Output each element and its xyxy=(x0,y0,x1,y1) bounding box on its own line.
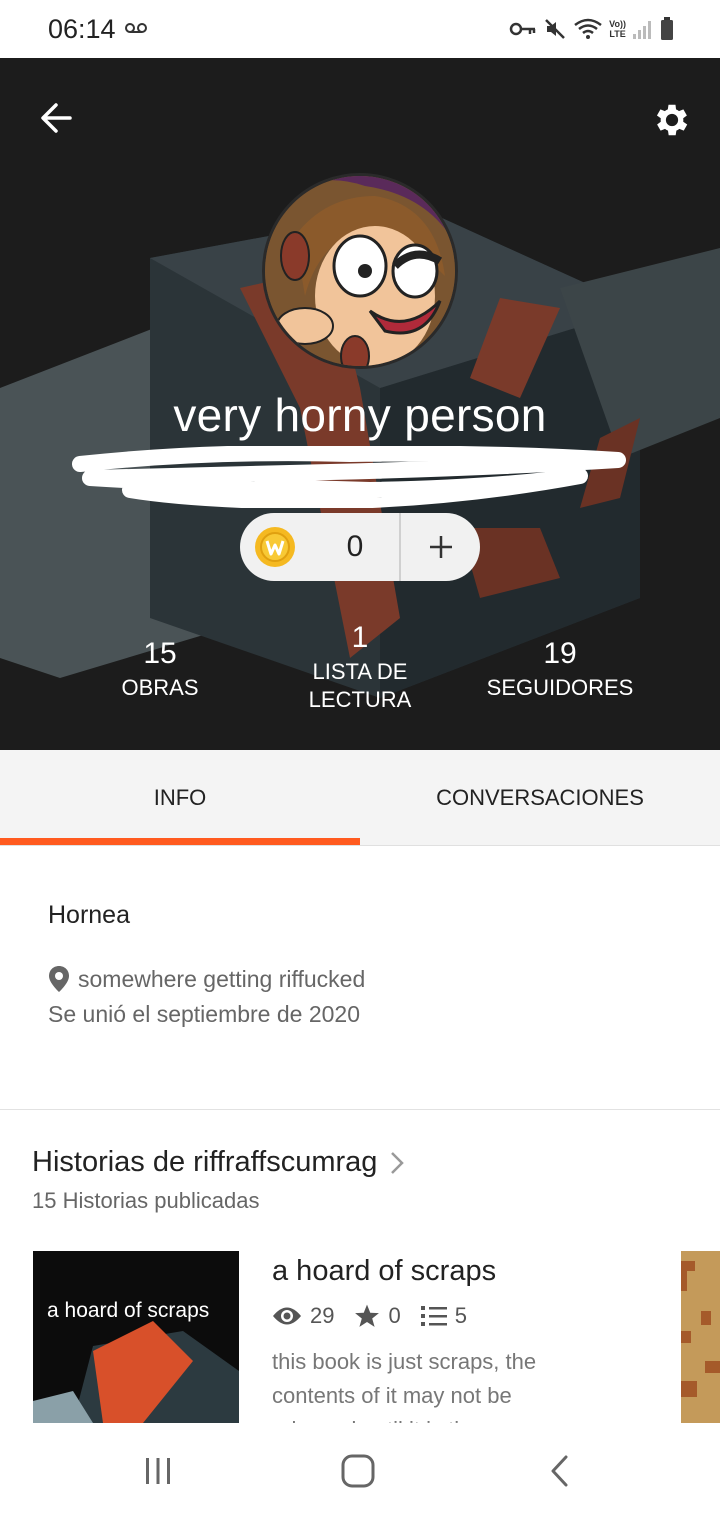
tab-conversations[interactable]: CONVERSACIONES xyxy=(360,750,720,846)
profile-tabs: INFO CONVERSACIONES xyxy=(0,750,720,846)
list-icon xyxy=(420,1306,447,1326)
gear-icon xyxy=(656,104,688,136)
next-story-cover[interactable] xyxy=(681,1251,720,1423)
next-story-cover-image xyxy=(681,1251,720,1423)
wifi-icon xyxy=(574,18,602,39)
location-row: somewhere getting riffucked xyxy=(48,965,365,993)
volte-text: Vo)) xyxy=(609,19,626,29)
key-icon xyxy=(509,22,536,36)
stories-count: 15 Historias publicadas xyxy=(32,1188,260,1213)
status-icons: Vo)) LTE xyxy=(509,14,674,44)
username: very horny person xyxy=(173,389,547,441)
add-coins-button[interactable] xyxy=(401,513,480,581)
stat-reading-list-label-line1: LISTA DE xyxy=(312,659,408,684)
story-parts-count: 5 xyxy=(454,1303,467,1328)
stat-reading-list[interactable]: 1 LISTA DE LECTURA xyxy=(250,620,470,714)
recent-apps-icon xyxy=(146,1458,170,1484)
story-votes: 0 xyxy=(354,1303,401,1329)
section-divider xyxy=(0,1109,720,1110)
coin-icon xyxy=(255,527,295,567)
plus-icon xyxy=(429,536,452,558)
stat-followers-label: SEGUIDORES xyxy=(486,675,634,700)
nav-back-icon xyxy=(551,1455,568,1487)
stat-works-value: 15 xyxy=(143,637,177,670)
tab-info[interactable]: INFO xyxy=(0,750,360,846)
mute-icon xyxy=(545,19,566,39)
lte-text: LTE xyxy=(609,29,626,39)
coin-balance: 0 xyxy=(240,513,480,581)
story-cover-title: a hoard of scraps xyxy=(47,1299,210,1322)
signal-icon xyxy=(633,21,651,39)
back-arrow-icon xyxy=(41,103,72,133)
avatar-image xyxy=(265,176,455,366)
system-back-button[interactable] xyxy=(520,1441,600,1501)
joined-date: Se unió el septiembre de 2020 xyxy=(48,1001,360,1027)
story-reads: 29 xyxy=(272,1303,334,1329)
stories-header-link[interactable]: Historias de riffraffscumrag xyxy=(32,1146,405,1179)
chevron-right-icon xyxy=(391,1151,405,1174)
story-title: a hoard of scraps xyxy=(272,1255,497,1287)
story-reads-count: 29 xyxy=(310,1303,335,1328)
stat-followers-value: 19 xyxy=(543,637,577,670)
story-parts: 5 xyxy=(420,1303,467,1329)
stat-reading-list-label: LISTA DE LECTURA xyxy=(250,658,470,714)
story-stats: 29 0 5 xyxy=(272,1303,479,1329)
battery-icon xyxy=(661,17,673,40)
home-icon xyxy=(341,1454,375,1488)
volte-label: Vo)) LTE xyxy=(609,19,626,39)
avatar[interactable] xyxy=(262,173,458,369)
back-button[interactable] xyxy=(30,92,82,144)
story-votes-count: 0 xyxy=(388,1303,401,1328)
star-icon xyxy=(355,1304,380,1327)
coin-count: 0 xyxy=(346,530,364,563)
stat-reading-list-label-line2: LECTURA xyxy=(308,687,412,712)
stat-works-label: OBRAS xyxy=(121,675,199,700)
about-section: Hornea somewhere getting riffucked Se un… xyxy=(0,847,720,1109)
eye-icon xyxy=(273,1307,301,1325)
story-cover: a hoard of scraps xyxy=(33,1251,239,1423)
system-nav-bar xyxy=(0,1423,720,1520)
bio-text: Hornea xyxy=(48,901,130,929)
stat-reading-list-value: 1 xyxy=(351,621,369,654)
stat-works[interactable]: 15 OBRAS xyxy=(50,636,270,702)
location-pin-icon xyxy=(49,966,69,992)
stat-followers[interactable]: 19 SEGUIDORES xyxy=(450,636,670,702)
status-bar: 06:14 Vo)) LTE xyxy=(0,0,720,58)
profile-header: very horny person 0 15 OBRAS 1 LISTA DE … xyxy=(0,58,720,750)
recent-apps-button[interactable] xyxy=(118,1441,198,1501)
location-text: somewhere getting riffucked xyxy=(78,965,366,992)
active-tab-indicator xyxy=(0,838,360,845)
status-time: 06:14 xyxy=(48,14,116,44)
voicemail-icon xyxy=(125,23,147,33)
redaction-scribble xyxy=(72,446,626,508)
settings-button[interactable] xyxy=(644,92,700,148)
story-card[interactable]: a hoard of scraps a hoard of scraps 29 0 xyxy=(33,1251,673,1442)
stories-title: Historias de riffraffscumrag xyxy=(32,1146,378,1178)
home-button[interactable] xyxy=(318,1441,398,1501)
story-cover-image xyxy=(33,1251,239,1423)
